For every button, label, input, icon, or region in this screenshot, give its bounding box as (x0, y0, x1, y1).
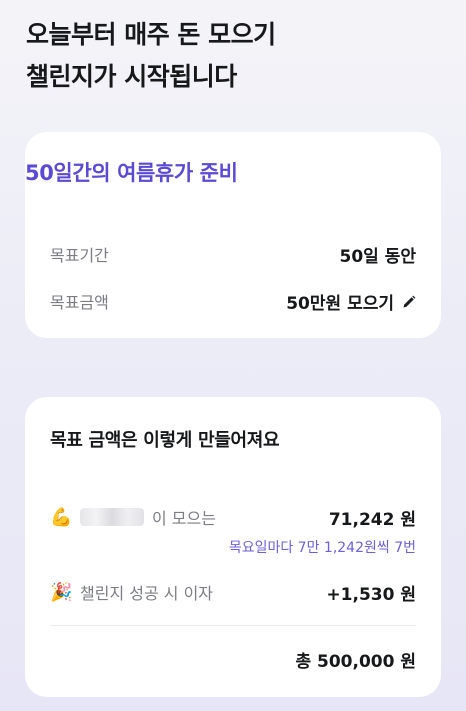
deposit-detail: 목요일마다 7만 1,242원씩 7번 (228, 540, 416, 556)
amount-label: 목표금액 (50, 293, 109, 312)
breakdown-title: 목표 금액은 이렇게 만들어져요 (50, 430, 280, 451)
amount-value[interactable]: 50만원 모으기 (286, 289, 416, 314)
period-label: 목표기간 (50, 246, 109, 265)
interest-amount: +1,530 원 (326, 585, 416, 605)
flexed-biceps-icon: 💪 (50, 506, 73, 528)
period-value-text: 50일 동안 (339, 247, 417, 267)
deposit-amount: 71,242 원 (328, 510, 416, 530)
challenge-title: 50일간의 여름휴가 준비 (25, 161, 238, 185)
period-value: 50일 동안 (340, 242, 417, 267)
interest-row: 🎉 챌린지 성공 시 이자 (50, 580, 213, 604)
deposit-label: 이 모으는 (152, 509, 216, 528)
total-amount: 총 500,000 원 (295, 652, 416, 672)
interest-label: 챌린지 성공 시 이자 (80, 584, 214, 603)
deposit-row: 💪 이 모으는 (50, 505, 216, 529)
divider (50, 625, 416, 626)
headline: 오늘부터 매주 돈 모으기 챌린지가 시작됩니다 (26, 14, 276, 98)
party-popper-icon: 🎉 (50, 581, 73, 603)
headline-line-1: 오늘부터 매주 돈 모으기 (26, 20, 276, 49)
amount-value-text: 50만원 모으기 (286, 294, 394, 314)
redacted-name (80, 508, 144, 526)
headline-line-2: 챌린지가 시작됩니다 (26, 62, 237, 91)
pencil-icon[interactable] (402, 295, 416, 309)
